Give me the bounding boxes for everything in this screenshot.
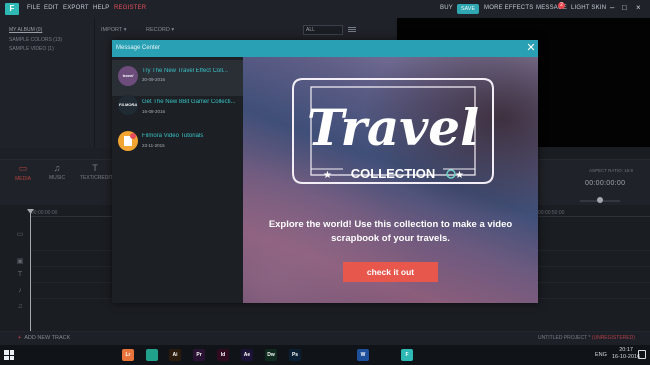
windows-taskbar <box>0 345 650 365</box>
taskbar-app-icon[interactable] <box>146 349 158 361</box>
message-thumbnail: FILMORA <box>118 95 138 115</box>
tutorial-thumbnail-icon <box>118 131 138 151</box>
notification-icon[interactable] <box>638 350 646 359</box>
taskbar-clock[interactable]: 20:17 16-10-2016 <box>612 347 640 361</box>
taskbar-app-icon[interactable]: Pr <box>193 349 205 361</box>
menu-file[interactable]: FILE <box>27 5 40 11</box>
taskbar-app-icon[interactable]: W <box>357 349 369 361</box>
travel-badge: Travel COLLECTION ★ ★ <box>292 78 494 184</box>
taskbar-app-icon[interactable]: Id <box>217 349 229 361</box>
dialog-header <box>112 40 538 57</box>
taskbar-app-icon[interactable]: Ae <box>241 349 253 361</box>
dialog-title: Message Center <box>116 45 161 51</box>
close-window-icon[interactable]: × <box>636 3 641 12</box>
taskbar-app-icon[interactable]: Dw <box>265 349 277 361</box>
minimize-icon[interactable]: – <box>610 3 614 12</box>
message-thumbnail: travel <box>118 66 138 86</box>
light-skin-toggle[interactable]: LIGHT SKIN <box>571 5 606 11</box>
star-icon: ★ <box>455 170 464 181</box>
message-title: Filmora Video Tutorials <box>142 133 204 139</box>
maximize-icon[interactable]: □ <box>622 3 627 12</box>
promo-subhead: COLLECTION <box>351 166 436 181</box>
taskbar-app-icon[interactable]: Lr <box>122 349 134 361</box>
promo-headline: Travel <box>307 98 479 157</box>
promo-body: Explore the world! Use this collection t… <box>268 219 513 244</box>
more-effects-link[interactable]: MORE EFFECTS <box>484 5 533 11</box>
filmora-window: F FILE EDIT EXPORT HELP REGISTER BUY SAV… <box>0 0 650 365</box>
message-title: Get The New 8Bit Gamer Collecti... <box>142 99 236 105</box>
save-button[interactable]: SAVE <box>457 4 479 14</box>
dialog-close-icon[interactable]: ✕ <box>524 40 538 57</box>
check-it-out-button[interactable]: check it out <box>343 262 438 282</box>
menu-register[interactable]: REGISTER <box>114 5 146 11</box>
clock-time: 20:17 <box>619 347 633 353</box>
taskbar-app-icon[interactable]: Ps <box>289 349 301 361</box>
menu-bar: F FILE EDIT EXPORT HELP REGISTER BUY SAV… <box>0 0 650 18</box>
message-date: 16-08-2016 <box>142 109 166 114</box>
filmora-logo: F <box>5 3 19 15</box>
menu-edit[interactable]: EDIT <box>44 5 58 11</box>
message-date: 23-11-2015 <box>142 143 165 148</box>
language-indicator[interactable]: ENG <box>595 352 607 358</box>
clock-date: 16-10-2016 <box>612 354 641 360</box>
windows-start-icon[interactable] <box>4 350 14 360</box>
sparkle-icon <box>446 169 456 179</box>
taskbar-app-icon[interactable]: F <box>401 349 413 361</box>
star-icon: ★ <box>323 170 332 181</box>
menu-help[interactable]: HELP <box>93 5 109 11</box>
message-count-badge: 2 <box>558 2 565 9</box>
buy-link[interactable]: BUY <box>440 5 453 11</box>
menu-export[interactable]: EXPORT <box>63 5 89 11</box>
message-title: Try The New Travel Effect Coll... <box>142 68 228 74</box>
document-icon <box>124 133 136 146</box>
message-date: 30-09-2016 <box>142 77 166 82</box>
taskbar-app-icon[interactable]: Ai <box>169 349 181 361</box>
